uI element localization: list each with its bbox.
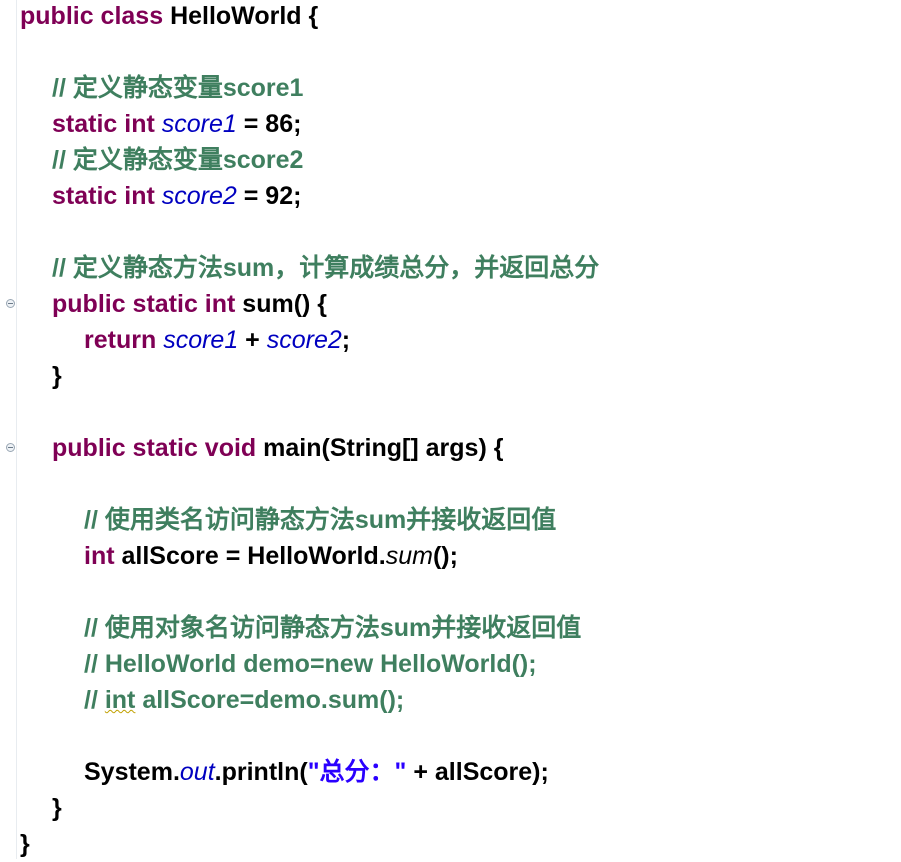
code-text: HelloWorld { [170, 2, 319, 30]
string-literal: "总分：" [307, 758, 407, 786]
code-line[interactable]: public static int sum() { [20, 286, 599, 322]
code-line[interactable]: // 定义静态变量score2 [20, 142, 599, 178]
fold-collapse-icon[interactable] [6, 443, 15, 452]
code-text: } [52, 362, 62, 390]
code-line[interactable] [20, 574, 599, 610]
code-line[interactable] [20, 466, 599, 502]
code-line[interactable] [20, 34, 599, 70]
code-text: + allScore); [406, 758, 549, 786]
comment: // [84, 686, 105, 714]
code-line[interactable]: // 使用类名访问静态方法sum并接收返回值 [20, 502, 599, 538]
keyword: int [84, 542, 122, 570]
field: score2 [161, 182, 237, 210]
code-line[interactable]: // int allScore=demo.sum(); [20, 682, 599, 718]
keyword: public static int [52, 290, 243, 318]
code-text: = 86; [236, 110, 302, 138]
comment-spellcheck: int [104, 686, 136, 714]
code-text: main(String[] args) { [263, 434, 504, 462]
code-text: System. [84, 758, 180, 786]
comment: // 定义静态变量score1 [52, 74, 304, 102]
code-line[interactable]: return score1 + score2; [20, 322, 599, 358]
keyword: return [84, 326, 164, 354]
editor-gutter [0, 0, 17, 859]
code-line[interactable]: // HelloWorld demo=new HelloWorld(); [20, 646, 599, 682]
field: score2 [266, 326, 342, 354]
comment: // HelloWorld demo=new HelloWorld(); [84, 650, 537, 678]
keyword: public class [20, 2, 171, 30]
keyword: public static void [52, 434, 264, 462]
code-text: sum() { [242, 290, 328, 318]
code-text: allScore = HelloWorld. [121, 542, 386, 570]
code-text: (); [432, 542, 458, 570]
code-text: } [52, 794, 62, 822]
comment: allScore=demo.sum(); [135, 686, 405, 714]
code-line[interactable]: } [20, 358, 599, 394]
code-line[interactable]: // 定义静态变量score1 [20, 70, 599, 106]
code-line[interactable]: int allScore = HelloWorld.sum(); [20, 538, 599, 574]
code-line[interactable]: } [20, 826, 599, 862]
field: score1 [161, 110, 237, 138]
code-line[interactable]: System.out.println("总分：" + allScore); [20, 754, 599, 790]
code-line[interactable]: static int score2 = 92; [20, 178, 599, 214]
comment: // 定义静态变量score2 [52, 146, 304, 174]
comment: // 使用对象名访问静态方法sum并接收返回值 [84, 614, 582, 642]
static-method-call: sum [385, 542, 433, 570]
comment: // 定义静态方法sum，计算成绩总分，并返回总分 [52, 254, 600, 282]
code-line[interactable]: } [20, 790, 599, 826]
field: out [179, 758, 215, 786]
code-text: = 92; [236, 182, 302, 210]
code-text: ; [341, 326, 351, 354]
code-line[interactable]: // 定义静态方法sum，计算成绩总分，并返回总分 [20, 250, 599, 286]
code-line[interactable]: // 使用对象名访问静态方法sum并接收返回值 [20, 610, 599, 646]
code-line[interactable] [20, 718, 599, 754]
code-text: + [238, 326, 267, 354]
comment: // 使用类名访问静态方法sum并接收返回值 [84, 506, 557, 534]
code-text: } [20, 830, 30, 858]
code-line[interactable] [20, 214, 599, 250]
code-text: .println( [214, 758, 308, 786]
code-line[interactable] [20, 394, 599, 430]
keyword: static int [52, 182, 162, 210]
code-line[interactable]: public class HelloWorld { [20, 0, 599, 34]
fold-collapse-icon[interactable] [6, 299, 15, 308]
keyword: static int [52, 110, 162, 138]
field: score1 [163, 326, 239, 354]
code-line[interactable]: static int score1 = 86; [20, 106, 599, 142]
code-editor[interactable]: public class HelloWorld { // 定义静态变量score1… [20, 0, 599, 862]
code-line[interactable]: public static void main(String[] args) { [20, 430, 599, 466]
